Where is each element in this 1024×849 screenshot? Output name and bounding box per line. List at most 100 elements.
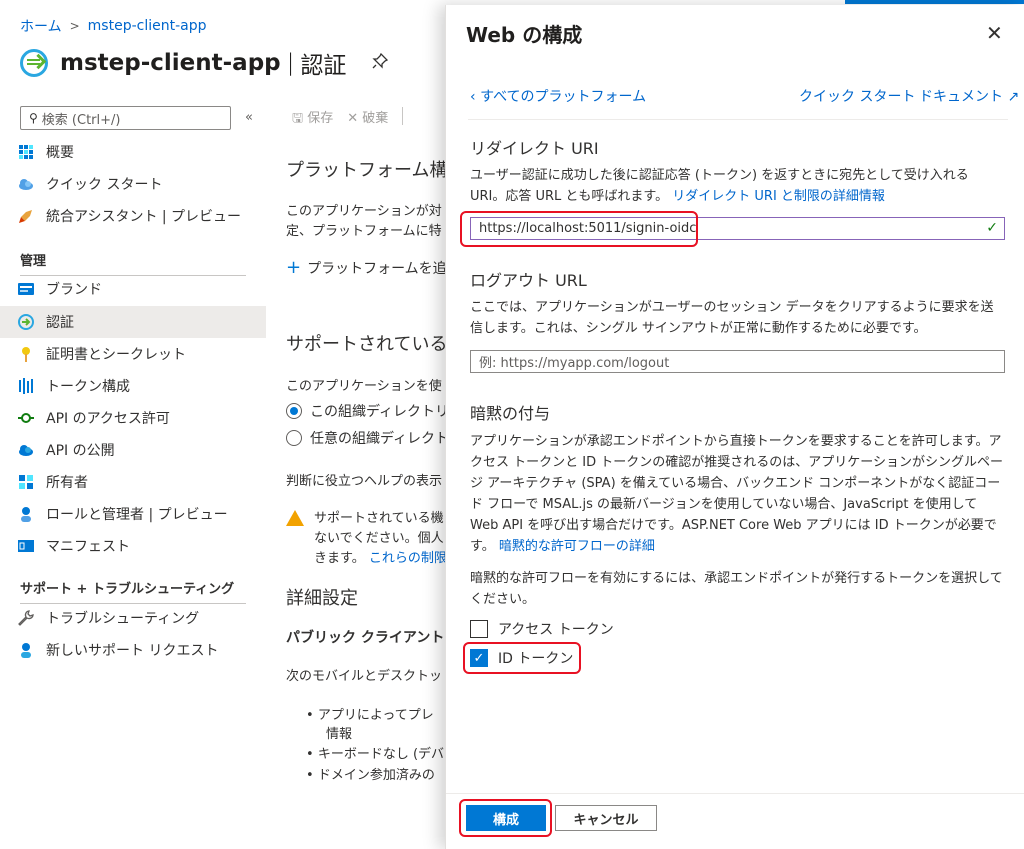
radio-unselected xyxy=(286,430,302,446)
check-icon: ✓ xyxy=(986,220,998,236)
roles-icon xyxy=(18,506,34,522)
cancel-button[interactable]: キャンセル xyxy=(555,805,657,831)
radio-multi-tenant[interactable]: 任意の組織ディレクト xyxy=(286,428,446,448)
cloud-icon xyxy=(18,176,34,192)
wrench-icon xyxy=(18,610,34,626)
search-input[interactable]: ⚲ 検索 (Ctrl+/) xyxy=(20,106,231,130)
platform-desc-line-2: 定、プラットフォームに特 xyxy=(286,224,442,239)
sidebar-item-troubleshooting[interactable]: トラブルシューティング xyxy=(0,602,266,634)
external-link-icon: ↗ xyxy=(1003,89,1020,105)
sidebar-item-label: 新しいサポート リクエスト xyxy=(46,643,219,659)
limitations-link[interactable]: これらの制限 xyxy=(369,551,446,566)
implicit-flow-details-link[interactable]: 暗黙的な許可フローの詳細 xyxy=(499,539,655,554)
sidebar-item-label: ブランド xyxy=(46,282,102,298)
breadcrumb-app[interactable]: mstep-client-app xyxy=(88,18,207,34)
sidebar-item-api-permissions[interactable]: API のアクセス許可 xyxy=(0,402,266,434)
support-person-icon xyxy=(18,642,34,658)
sidebar-item-overview[interactable]: 概要 xyxy=(0,136,266,168)
logout-url-heading: ログアウト URL xyxy=(470,271,587,290)
list-item: • ドメイン参加済みの xyxy=(306,768,435,783)
bars-icon xyxy=(18,378,34,394)
sidebar-item-integration-assistant[interactable]: 統合アシスタント | プレビュー xyxy=(0,200,266,232)
access-token-checkbox[interactable]: アクセス トークン xyxy=(470,619,614,639)
sidebar-item-label: トークン構成 xyxy=(46,379,130,395)
save-icon: 🖫 xyxy=(292,111,304,126)
list-item: • キーボードなし (デバ xyxy=(306,747,445,762)
footer-divider xyxy=(446,793,1024,794)
implicit-grant-desc: アプリケーションが承認エンドポイントから直接トークンを要求することを許可します。… xyxy=(470,434,1003,554)
sidebar-item-new-support-request[interactable]: 新しいサポート リクエスト xyxy=(0,634,266,666)
mobile-desktop-desc: 次のモバイルとデスクトッ xyxy=(286,669,443,684)
grid-icon xyxy=(18,144,34,160)
docs-link[interactable]: ドキュメント ↗ xyxy=(919,86,1019,106)
highlight-id-token xyxy=(463,642,581,674)
page-title: mstep-client-app xyxy=(60,50,281,76)
platform-config-heading: プラットフォーム構 xyxy=(286,160,446,181)
implicit-select-desc: 暗黙的な許可フローを有効にするには、承認エンドポイントが発行するトークンを選択し… xyxy=(470,571,1003,607)
pin-icon[interactable] xyxy=(372,52,389,74)
all-platforms-link[interactable]: ‹ すべてのプラットフォーム xyxy=(470,86,646,106)
sidebar-item-label: 概要 xyxy=(46,145,74,161)
checkbox-unchecked xyxy=(470,620,488,638)
divider xyxy=(468,119,1008,120)
toolbar: 🖫 保存 ✕ 破棄 xyxy=(292,107,404,131)
close-icon: ✕ xyxy=(347,111,359,126)
warning-line-3: きます。 これらの制限 xyxy=(314,551,446,566)
sidebar-item-expose-api[interactable]: API の公開 xyxy=(0,434,266,466)
highlight-configure-button xyxy=(459,799,552,837)
main-content: 🖫 保存 ✕ 破棄 プラットフォーム構 このアプリケーションが対 定、プラットフ… xyxy=(266,100,446,849)
sidebar-item-quickstart[interactable]: クイック スタート xyxy=(0,168,266,200)
supported-accounts-heading: サポートされている xyxy=(286,334,446,355)
manifest-icon xyxy=(18,538,34,554)
sidebar-item-label: トラブルシューティング xyxy=(46,611,200,627)
warning-icon xyxy=(286,510,304,530)
radio-single-tenant[interactable]: この組織ディレクトリ xyxy=(286,401,446,421)
panel-title: Web の構成 xyxy=(466,23,583,47)
logout-url-placeholder: 例: https://myapp.com/logout xyxy=(479,356,670,371)
chevron-right-icon: > xyxy=(69,19,80,33)
redirect-uri-details-link[interactable]: リダイレクト URI と制限の詳細情報 xyxy=(672,189,885,204)
rocket-icon xyxy=(18,208,34,224)
public-client-heading: パブリック クライアント xyxy=(286,630,445,646)
toolbar-divider xyxy=(402,107,404,125)
close-icon[interactable]: ✕ xyxy=(986,21,1003,45)
owners-icon xyxy=(18,474,34,490)
redirect-uri-desc: ユーザー認証に成功した後に認証応答 (トークン) を返すときに宛先として受け入れ… xyxy=(470,168,969,204)
logout-url-input[interactable]: 例: https://myapp.com/logout xyxy=(470,350,1005,373)
save-button[interactable]: 🖫 保存 xyxy=(292,107,333,131)
advanced-settings-heading: 詳細設定 xyxy=(286,588,358,609)
collapse-sidebar-icon[interactable]: « xyxy=(245,110,253,125)
sidebar-item-manifest[interactable]: マニフェスト xyxy=(0,530,266,562)
highlight-redirect-uri xyxy=(460,211,698,247)
supported-accounts-desc: このアプリケーションを使 xyxy=(286,379,442,394)
sidebar-item-certificates[interactable]: 証明書とシークレット xyxy=(0,338,266,370)
help-link[interactable]: 判断に役立つヘルプの表示 xyxy=(286,470,442,489)
page-header: mstep-client-app | 認証 xyxy=(20,46,389,80)
page-subtitle: 認証 xyxy=(300,53,347,79)
redirect-uri-heading: リダイレクト URI xyxy=(470,139,599,158)
brand-icon xyxy=(18,281,34,297)
platform-desc-line-1: このアプリケーションが対 xyxy=(286,204,442,219)
add-platform-button[interactable]: + プラットフォームを追 xyxy=(286,257,446,278)
top-accent-bar xyxy=(845,0,1024,4)
search-icon: ⚲ xyxy=(29,111,38,125)
warning-line-2: ないでください。個人 xyxy=(314,531,444,546)
breadcrumb-home[interactable]: ホーム xyxy=(20,16,62,36)
quickstart-link[interactable]: クイック スタート xyxy=(799,86,915,106)
sidebar-item-authentication[interactable]: 認証 xyxy=(0,306,266,338)
sidebar-item-label: 統合アシスタント | プレビュー xyxy=(46,209,242,225)
auth-icon xyxy=(18,314,34,330)
info-link[interactable]: 情報 xyxy=(326,723,352,742)
sidebar-item-branding[interactable]: ブランド xyxy=(0,273,266,305)
sidebar-item-label: 証明書とシークレット xyxy=(46,347,186,363)
plus-icon: + xyxy=(286,257,302,278)
sidebar: ⚲ 検索 (Ctrl+/) « 概要 クイック スタート 統合アシスタント | … xyxy=(0,100,266,849)
sidebar-item-roles[interactable]: ロールと管理者 | プレビュー xyxy=(0,498,266,530)
web-config-panel: Web の構成 ✕ ‹ すべてのプラットフォーム クイック スタート ドキュメン… xyxy=(445,5,1024,849)
sidebar-item-owners[interactable]: 所有者 xyxy=(0,466,266,498)
warning-line-1: サポートされている機 xyxy=(314,511,444,526)
sidebar-item-token-config[interactable]: トークン構成 xyxy=(0,370,266,402)
discard-button[interactable]: ✕ 破棄 xyxy=(347,107,388,131)
sidebar-item-label: 認証 xyxy=(46,315,74,331)
sidebar-item-label: API のアクセス許可 xyxy=(46,411,170,427)
